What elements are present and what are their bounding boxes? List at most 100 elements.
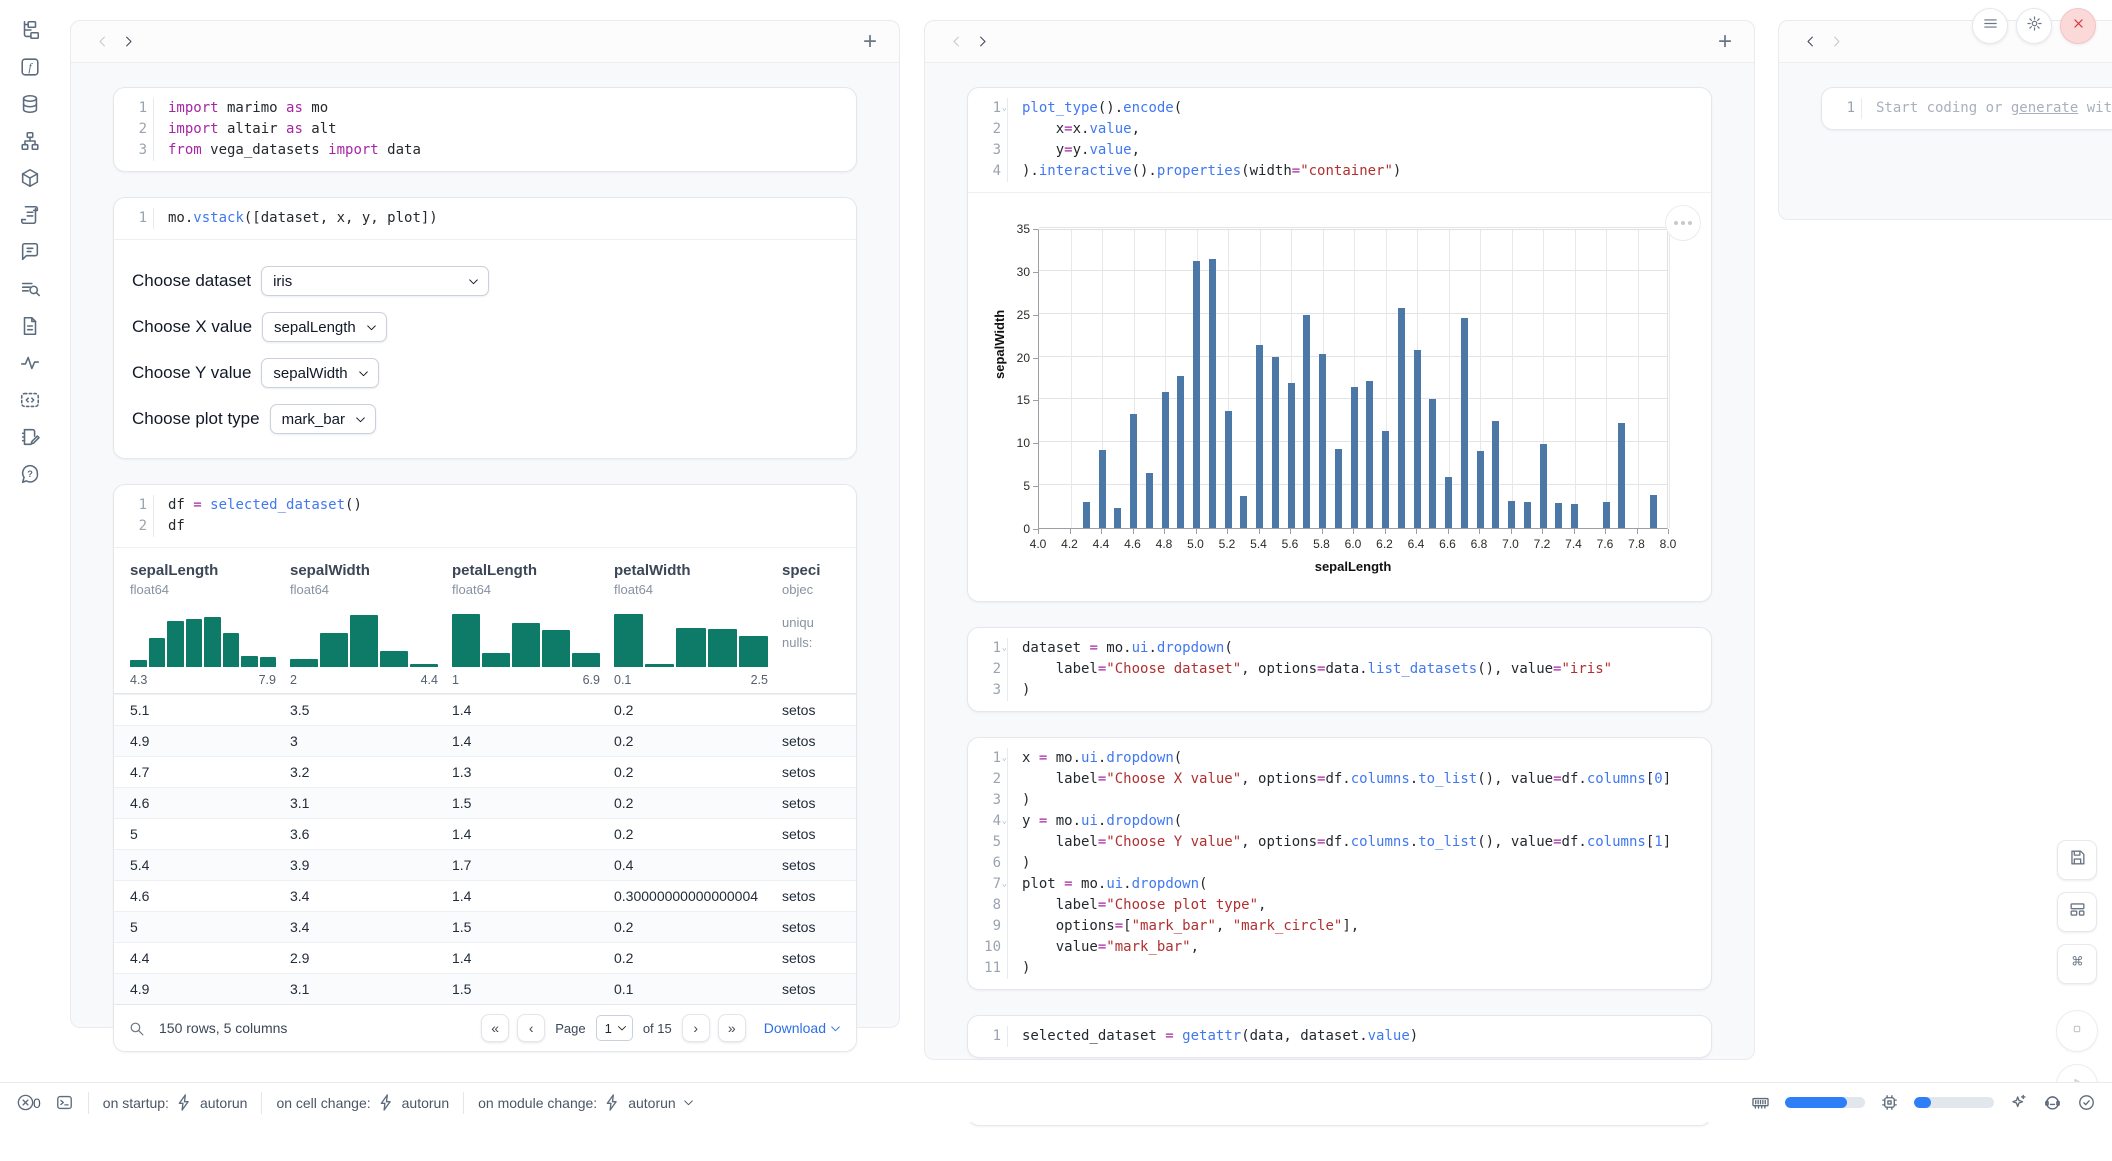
chart-bar[interactable]: [1477, 451, 1484, 528]
table-column-header[interactable]: speciobjecuniqunulls:: [782, 562, 840, 687]
sidebar-item-help[interactable]: ?: [18, 464, 42, 488]
code-editor[interactable]: 1⌄x = mo.ui.dropdown(2 label="Choose X v…: [968, 738, 1711, 989]
chart-bar[interactable]: [1335, 449, 1342, 528]
command-palette-button[interactable]: ⌘: [2057, 944, 2097, 984]
save-button[interactable]: [2057, 840, 2097, 880]
runtime-config-segment[interactable]: on cell change:autorun: [276, 1093, 449, 1112]
sidebar-item-document[interactable]: [18, 316, 42, 340]
chart-bar[interactable]: [1162, 392, 1169, 528]
chart-bar[interactable]: [1225, 411, 1232, 528]
download-button[interactable]: Download: [764, 1020, 842, 1036]
chart-bar[interactable]: [1209, 259, 1216, 528]
chart-bar[interactable]: [1114, 508, 1121, 528]
chart-bar[interactable]: [1492, 421, 1499, 528]
table-row[interactable]: 53.61.40.2setos: [114, 818, 856, 849]
sidebar-item-functions[interactable]: f: [18, 57, 42, 81]
sidebar-item-database[interactable]: [18, 94, 42, 118]
sidebar-item-logs[interactable]: [18, 279, 42, 303]
chart-bar[interactable]: [1603, 502, 1610, 528]
chart-options-button[interactable]: [1665, 205, 1701, 241]
chart-bar[interactable]: [1524, 502, 1531, 528]
close-button[interactable]: [2060, 8, 2096, 44]
table-row[interactable]: 5.13.51.40.2setos: [114, 694, 856, 725]
add-cell-button[interactable]: +: [1714, 30, 1736, 54]
chart-bar[interactable]: [1650, 495, 1657, 528]
table-row[interactable]: 4.73.21.30.2setos: [114, 756, 856, 787]
chart-bar[interactable]: [1288, 383, 1295, 528]
add-cell-button[interactable]: +: [859, 30, 881, 54]
table-row[interactable]: 5.43.91.70.4setos: [114, 849, 856, 880]
feedback-button[interactable]: [2043, 1093, 2062, 1112]
control-select[interactable]: mark_bar: [270, 404, 376, 434]
menu-button[interactable]: [1972, 8, 2008, 44]
sidebar-item-script[interactable]: [18, 205, 42, 229]
search-icon[interactable]: [128, 1020, 145, 1037]
table-row[interactable]: 4.931.40.2setos: [114, 725, 856, 756]
sidebar-item-file-tree[interactable]: [18, 20, 42, 44]
stop-button[interactable]: [2056, 1010, 2098, 1052]
chart-bar[interactable]: [1083, 502, 1090, 528]
chart-bar[interactable]: [1414, 350, 1421, 528]
table-column-header[interactable]: sepalWidthfloat6424.4: [290, 562, 452, 687]
chart-bar[interactable]: [1461, 318, 1468, 528]
chart-bar[interactable]: [1146, 473, 1153, 528]
last-page-button[interactable]: »: [718, 1014, 746, 1042]
chart-bar[interactable]: [1366, 381, 1373, 528]
sidebar-item-scratchpad[interactable]: [18, 427, 42, 451]
code-editor[interactable]: 1import marimo as mo2import altair as al…: [114, 88, 856, 171]
chart-bar[interactable]: [1177, 376, 1184, 528]
chart-bar[interactable]: [1303, 315, 1310, 528]
column-next-button[interactable]: [115, 29, 141, 55]
fold-chevron-icon[interactable]: ⌄: [1002, 638, 1007, 659]
column-next-button[interactable]: [969, 29, 995, 55]
sidebar-item-activity[interactable]: [18, 353, 42, 377]
generate-link[interactable]: generate: [2011, 100, 2078, 116]
column-prev-button[interactable]: [943, 29, 969, 55]
chart-bar[interactable]: [1193, 261, 1200, 528]
code-editor[interactable]: 1df = selected_dataset()2df: [114, 485, 856, 547]
runtime-config-segment[interactable]: on module change:autorun: [478, 1093, 695, 1112]
chart-bar[interactable]: [1272, 357, 1279, 528]
next-page-button[interactable]: ›: [682, 1014, 710, 1042]
error-indicator[interactable]: 0: [16, 1093, 41, 1112]
runtime-config-segment[interactable]: on startup:autorun: [103, 1093, 248, 1112]
table-column-header[interactable]: petalWidthfloat640.12.5: [614, 562, 782, 687]
table-row[interactable]: 4.42.91.40.2setos: [114, 942, 856, 973]
chart-bar[interactable]: [1445, 477, 1452, 528]
chart-bar[interactable]: [1429, 399, 1436, 528]
table-row[interactable]: 4.63.11.50.2setos: [114, 787, 856, 818]
column-prev-button[interactable]: [89, 29, 115, 55]
fold-chevron-icon[interactable]: ⌄: [1002, 811, 1007, 832]
page-select[interactable]: 1: [596, 1015, 633, 1041]
prev-page-button[interactable]: ‹: [517, 1014, 545, 1042]
table-row[interactable]: 4.63.41.40.30000000000000004setos: [114, 880, 856, 911]
column-next-button[interactable]: [1823, 29, 1849, 55]
code-editor[interactable]: 1⌄plot_type().encode(2 x=x.value,3 y=y.v…: [968, 88, 1711, 192]
code-editor[interactable]: 1selected_dataset = getattr(data, datase…: [968, 1016, 1711, 1057]
control-select[interactable]: sepalWidth: [261, 358, 378, 388]
control-select[interactable]: sepalLength: [262, 312, 387, 342]
chart-bar[interactable]: [1540, 444, 1547, 528]
table-column-header[interactable]: petalLengthfloat6416.9: [452, 562, 614, 687]
chart-bar[interactable]: [1382, 431, 1389, 528]
first-page-button[interactable]: «: [481, 1014, 509, 1042]
code-editor[interactable]: 1mo.vstack([dataset, x, y, plot]): [114, 198, 856, 239]
chart-bar[interactable]: [1508, 501, 1515, 528]
column-prev-button[interactable]: [1797, 29, 1823, 55]
chart-plot-area[interactable]: [1038, 229, 1668, 529]
chart-bar[interactable]: [1240, 496, 1247, 528]
code-editor[interactable]: 1⌄dataset = mo.ui.dropdown(2 label="Choo…: [968, 628, 1711, 711]
connection-status-button[interactable]: [2077, 1093, 2096, 1112]
chart-bar[interactable]: [1319, 354, 1326, 528]
ai-assistant-button[interactable]: [2009, 1093, 2028, 1112]
table-column-header[interactable]: sepalLengthfloat644.37.9: [130, 562, 290, 687]
fold-chevron-icon[interactable]: ⌄: [1002, 874, 1007, 895]
chart-bar[interactable]: [1130, 414, 1137, 528]
chart-bar[interactable]: [1555, 503, 1562, 528]
control-select[interactable]: iris: [261, 266, 489, 296]
sidebar-item-chat[interactable]: [18, 242, 42, 266]
sidebar-item-snippets[interactable]: [18, 390, 42, 414]
chart-bar[interactable]: [1618, 423, 1625, 528]
terminal-button[interactable]: [55, 1093, 74, 1112]
sidebar-item-dependency-graph[interactable]: [18, 131, 42, 155]
